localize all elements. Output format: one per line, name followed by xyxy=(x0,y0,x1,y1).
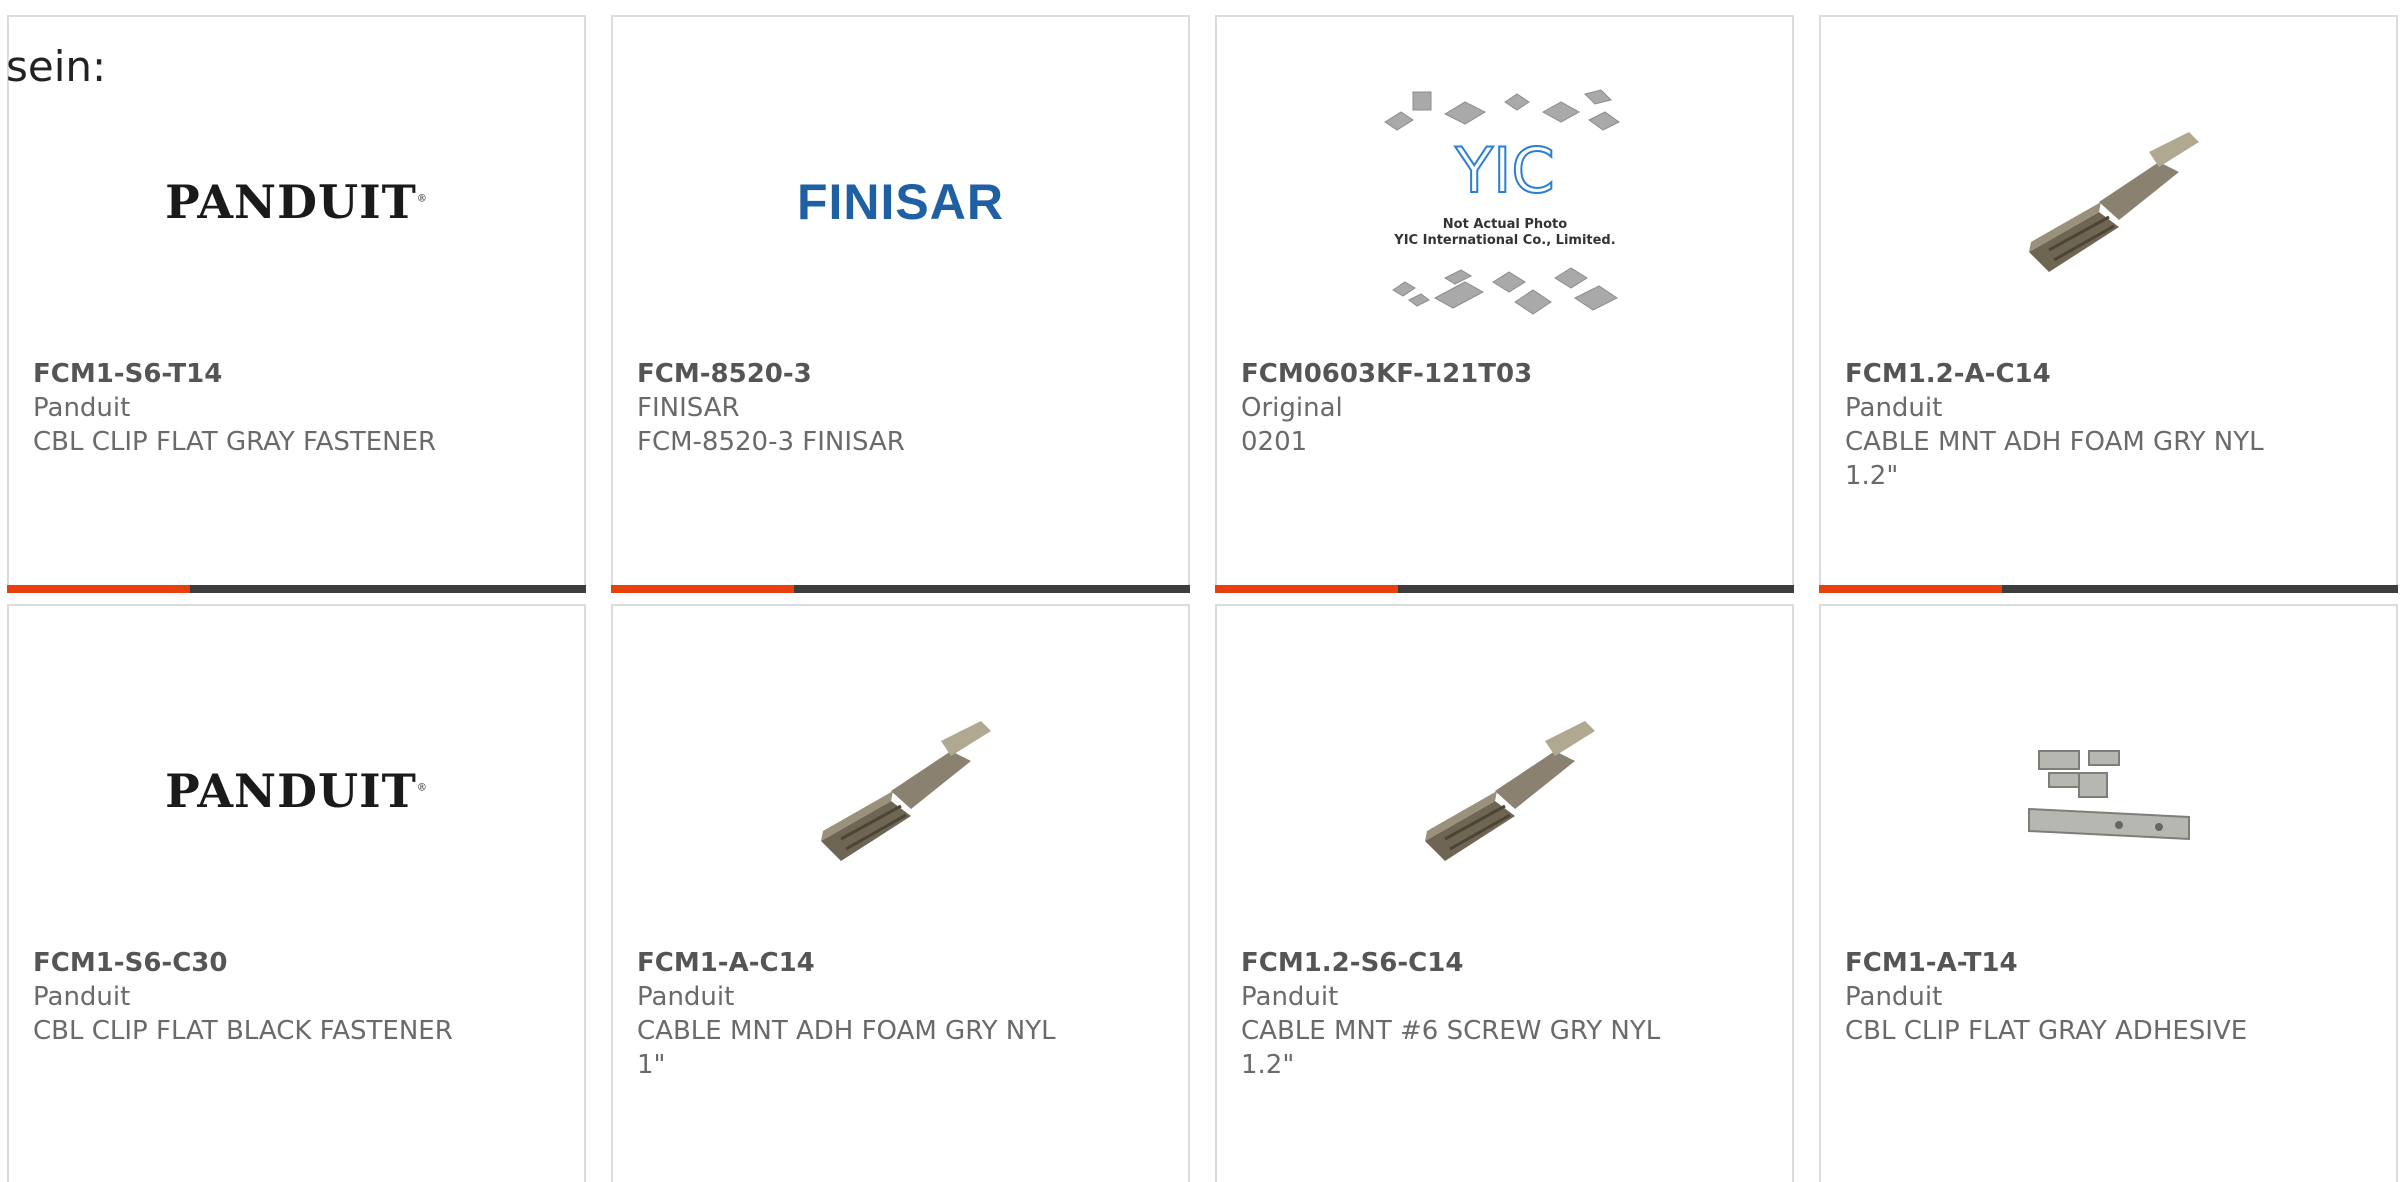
photo-note: Not Actual Photo xyxy=(1442,217,1566,232)
product-image: PANDUIT® xyxy=(9,77,584,327)
manufacturer: FINISAR xyxy=(637,393,740,423)
product-card[interactable]: FCM1.2-A-C14 Panduit CABLE MNT ADH FOAM … xyxy=(1819,15,2398,593)
yic-logo-text: YIC xyxy=(1454,134,1554,207)
product-image: YIC Not Actual Photo YIC International C… xyxy=(1217,77,1792,327)
card-bottom-bar xyxy=(1215,585,1794,593)
product-card[interactable]: YIC Not Actual Photo YIC International C… xyxy=(1215,15,1794,593)
product-card[interactable]: FINISAR FCM-8520-3 FINISAR FCM-8520-3 FI… xyxy=(611,15,1190,593)
description: CBL CLIP FLAT BLACK FASTENER xyxy=(33,1016,453,1046)
finisar-logo: FINISAR xyxy=(797,174,1004,230)
description: 0201 xyxy=(1241,427,1308,457)
card-bottom-bar xyxy=(7,585,586,593)
manufacturer: Panduit xyxy=(1845,393,1943,423)
card-accent xyxy=(1215,585,1398,593)
panduit-logo: PANDUIT® xyxy=(165,764,428,818)
part-number[interactable]: FCM0603KF-121T03 xyxy=(1241,357,1662,391)
product-card[interactable]: PANDUIT® FCM1-S6-T14 Panduit CBL CLIP FL… xyxy=(7,15,586,593)
manufacturer: Panduit xyxy=(1845,982,1943,1012)
cable-mount-photo xyxy=(1424,721,1595,861)
card-accent xyxy=(611,585,794,593)
part-number[interactable]: FCM1-S6-C30 xyxy=(33,946,454,980)
photo-note-company: YIC International Co., Limited. xyxy=(1393,233,1615,248)
product-grid: PANDUIT® FCM1-S6-T14 Panduit CBL CLIP FL… xyxy=(7,15,2398,1182)
part-number[interactable]: FCM-8520-3 xyxy=(637,357,1058,391)
description: CBL CLIP FLAT GRAY ADHESIVE xyxy=(1845,1016,2248,1046)
part-number[interactable]: FCM1.2-A-C14 xyxy=(1845,357,2266,391)
card-accent xyxy=(7,585,190,593)
manufacturer: Panduit xyxy=(33,393,131,423)
cable-mount-photo xyxy=(820,721,991,861)
product-image xyxy=(1821,666,2396,916)
product-image xyxy=(1821,77,2396,327)
manufacturer: Panduit xyxy=(1241,982,1339,1012)
product-image: FINISAR xyxy=(613,77,1188,327)
part-number[interactable]: FCM1-A-T14 xyxy=(1845,946,2266,980)
yic-placeholder-image: YIC Not Actual Photo YIC International C… xyxy=(1383,89,1620,315)
part-number[interactable]: FCM1.2-S6-C14 xyxy=(1241,946,1662,980)
metal-clip-photo xyxy=(2027,750,2190,841)
manufacturer: Panduit xyxy=(33,982,131,1012)
product-image xyxy=(1217,666,1792,916)
description: CABLE MNT ADH FOAM GRY NYL 1.2" xyxy=(1845,427,2264,491)
part-number[interactable]: FCM1-A-C14 xyxy=(637,946,1058,980)
manufacturer: Original xyxy=(1241,393,1343,423)
product-card[interactable]: FCM1-A-C14 Panduit CABLE MNT ADH FOAM GR… xyxy=(611,604,1190,1182)
card-bottom-bar xyxy=(1819,585,2398,593)
product-image xyxy=(613,666,1188,916)
description: FCM-8520-3 FINISAR xyxy=(637,427,905,457)
manufacturer: Panduit xyxy=(637,982,735,1012)
product-card[interactable]: FCM1.2-S6-C14 Panduit CABLE MNT #6 SCREW… xyxy=(1215,604,1794,1182)
product-image: PANDUIT® xyxy=(9,666,584,916)
product-card[interactable]: PANDUIT® FCM1-S6-C30 Panduit CBL CLIP FL… xyxy=(7,604,586,1182)
panduit-logo: PANDUIT® xyxy=(165,175,428,229)
description: CBL CLIP FLAT GRAY FASTENER xyxy=(33,427,437,457)
description: CABLE MNT ADH FOAM GRY NYL 1" xyxy=(637,1016,1056,1080)
part-number[interactable]: FCM1-S6-T14 xyxy=(33,357,454,391)
cable-mount-photo xyxy=(2028,132,2199,272)
product-card[interactable]: FCM1-A-T14 Panduit CBL CLIP FLAT GRAY AD… xyxy=(1819,604,2398,1182)
intro-text: sein: xyxy=(6,42,107,91)
card-accent xyxy=(1819,585,2002,593)
description: CABLE MNT #6 SCREW GRY NYL 1.2" xyxy=(1241,1016,1661,1080)
card-bottom-bar xyxy=(611,585,1190,593)
